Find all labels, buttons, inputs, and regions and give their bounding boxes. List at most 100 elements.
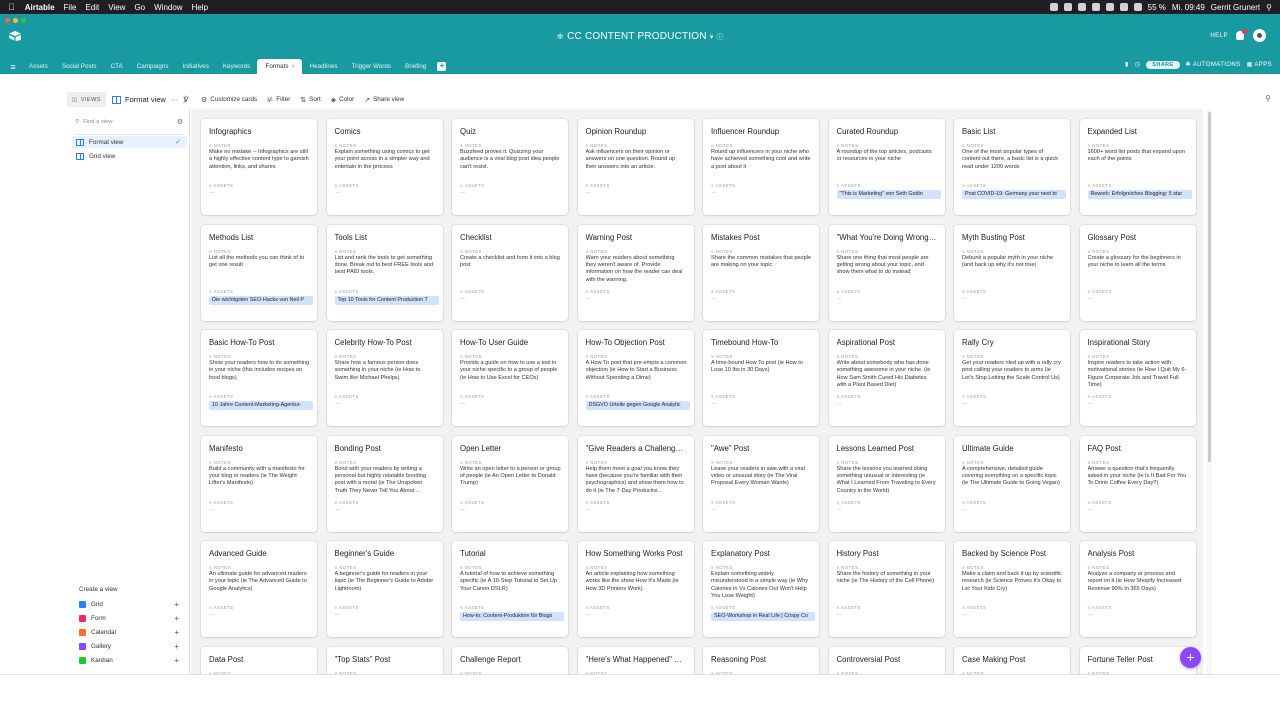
gallery-card[interactable]: How Something Works Post ≡ NOTES An articl… (577, 541, 694, 637)
spotlight-icon[interactable]: ⚲ (1266, 3, 1272, 12)
menu-file[interactable]: File (64, 3, 77, 12)
share-button[interactable]: SHARE (1146, 60, 1180, 69)
filter-button[interactable]: ⊭ Filter (267, 96, 290, 104)
battery-percent[interactable]: 55 % (1148, 3, 1166, 12)
linked-asset-chip[interactable]: DSGVO Urteile gegen Google Analytic (585, 401, 690, 410)
share-view-button[interactable]: ↗ Share view (364, 96, 404, 104)
views-toggle-button[interactable]: ◫ VIEWS (67, 92, 106, 107)
sidebar-item-grid-view[interactable]: Grid view (72, 150, 187, 162)
menu-help[interactable]: Help (192, 3, 208, 12)
linked-asset-chip[interactable]: 10 Jahre Content-Marketing-Agentur- (209, 401, 313, 410)
tab-trigger-words[interactable]: Trigger Words (345, 59, 399, 74)
linked-asset-chip[interactable]: Die wichtigsten SEO-Hacks von Neil P (209, 295, 313, 305)
more-icon[interactable]: ··· (171, 95, 179, 104)
gallery-card[interactable]: Aspirational Post ≡ NOTES Write about some… (828, 330, 945, 426)
menu-app-name[interactable]: Airtable (25, 3, 55, 12)
gallery-card[interactable]: Quiz ≡ NOTES Buzzfeed proves it. Quizzing … (452, 119, 568, 215)
info-icon[interactable]: ⓘ (716, 34, 723, 41)
plus-icon[interactable]: + (174, 656, 179, 665)
gallery-card[interactable]: "What You're Doing Wrong" ... ≡ NOTES Shar… (828, 224, 945, 321)
menu-window[interactable]: Window (154, 3, 182, 12)
gallery-card[interactable]: "Here's What Happened" Post≡ NOTESDo som… (577, 646, 694, 674)
gallery-card[interactable]: Methods List ≡ NOTES List all the methods … (201, 224, 317, 321)
gallery-card[interactable]: How-To User Guide ≡ NOTES Provide a guide … (452, 330, 568, 426)
linked-asset-chip[interactable]: "This is Marketing" von Seth Godin (836, 190, 941, 199)
scrollbar-thumb[interactable] (1208, 112, 1211, 462)
plus-icon[interactable]: + (174, 628, 179, 637)
gear-icon[interactable]: ⚙ (177, 118, 183, 126)
status-icon[interactable] (1063, 3, 1072, 11)
create-grid-view[interactable]: Grid + (79, 598, 179, 610)
plus-icon[interactable]: + (174, 614, 179, 623)
tab-initiatives[interactable]: Initiatives (176, 59, 216, 74)
gallery-card[interactable]: Fortune Teller Post≡ NOTESPredict someth… (1079, 646, 1196, 674)
gallery-card[interactable]: "Give Readers a Challenge" ... ≡ NOTES Hel… (577, 435, 694, 532)
color-button[interactable]: ◈ Color (331, 96, 354, 104)
apple-icon[interactable]:  (8, 2, 15, 12)
find-view-input[interactable]: ⚲ Find a view ⚙ (75, 116, 183, 128)
gallery-card[interactable]: Advanced Guide ≡ NOTES An ultimate guide f… (201, 541, 317, 637)
gallery-card[interactable]: Expanded List ≡ NOTES 1600+ word list post… (1079, 119, 1196, 215)
gallery-card[interactable]: Curated Roundup ≡ NOTES A roundup of the t… (828, 119, 945, 215)
linked-asset-chip[interactable]: Post COVID-19: Germany your next bi (962, 190, 1066, 199)
menu-edit[interactable]: Edit (85, 3, 99, 12)
tab-formats[interactable]: Formats ˅ (257, 59, 303, 74)
gallery-card[interactable]: Backed by Science Post ≡ NOTES Make a clai… (954, 541, 1070, 637)
gallery-card[interactable]: Comics ≡ NOTES Explain something using com… (326, 119, 443, 215)
gallery-card[interactable]: Bonding Post ≡ NOTES Bond with your reader… (326, 435, 443, 532)
status-icon[interactable] (1105, 3, 1114, 11)
tab-headlines[interactable]: Headlines (302, 59, 344, 74)
plus-icon[interactable]: + (174, 642, 179, 651)
gallery-card[interactable]: Warning Post ≡ NOTES Warn your readers abo… (577, 224, 694, 321)
gallery-card[interactable]: Mistakes Post ≡ NOTES Share the common mis… (703, 224, 819, 321)
automations-button[interactable]: ✱ AUTOMATIONS (1186, 61, 1241, 68)
sidebar-item-format-view[interactable]: Format view ✓ (72, 136, 187, 148)
wifi-icon[interactable] (1119, 3, 1128, 11)
plus-icon[interactable]: + (174, 600, 179, 609)
add-record-button[interactable]: + (1180, 647, 1201, 668)
menubar-user[interactable]: Gerrit Grunert (1211, 3, 1260, 12)
gallery-card[interactable]: Explanatory Post ≡ NOTES Explain something… (703, 541, 819, 637)
gallery-card[interactable]: Tutorial ≡ NOTES A tutorial of how to achi… (452, 541, 568, 637)
gallery-card[interactable]: Rally Cry ≡ NOTES Get your readers riled u… (954, 330, 1070, 426)
volume-icon[interactable] (1133, 3, 1142, 11)
gallery-card[interactable]: Open Letter ≡ NOTES Write an open letter t… (452, 435, 568, 532)
menu-go[interactable]: Go (134, 3, 145, 12)
gallery-card[interactable]: Influencer Roundup ≡ NOTES Round up influe… (703, 119, 819, 215)
linked-asset-chip[interactable]: How-to: Content-Produktion für Blogs (460, 612, 564, 621)
tab-briefing[interactable]: Briefing (398, 59, 433, 74)
search-icon[interactable]: ⚲ (1265, 94, 1271, 103)
gallery-card[interactable]: Analysis Post ≡ NOTES Analyze a company or… (1079, 541, 1196, 637)
gallery-card[interactable]: Tools List ≡ NOTES List and rank the tools… (326, 224, 443, 321)
gallery-card[interactable]: Infographics ≡ NOTES Make no mistake -- In… (201, 119, 317, 215)
gallery-card[interactable]: History Post ≡ NOTES Share the history of … (828, 541, 945, 637)
status-icon[interactable] (1091, 3, 1100, 11)
gallery-card[interactable]: Basic How-To Post ≡ NOTES Show your reader… (201, 330, 317, 426)
add-table-icon[interactable]: + (437, 62, 447, 71)
tab-cta[interactable]: CTA (104, 59, 130, 74)
gallery-card[interactable]: Lessons Learned Post ≡ NOTES Share the les… (828, 435, 945, 532)
tab-campaigns[interactable]: Campaigns (130, 59, 176, 74)
gallery-card[interactable]: Opinion Roundup ≡ NOTES Ask influencers on… (577, 119, 694, 215)
create-calendar-view[interactable]: Calendar + (79, 626, 179, 638)
tab-assets[interactable]: Assets (22, 59, 55, 74)
gallery-card[interactable]: Celebrity How-To Post ≡ NOTES Share how a … (326, 330, 443, 426)
create-gallery-view[interactable]: Gallery + (79, 640, 179, 652)
gallery-card[interactable]: Case Making Post≡ NOTESConvince your aud… (954, 646, 1070, 674)
customize-cards-button[interactable]: ⚙ Customize cards (201, 96, 257, 104)
menubar-clock[interactable]: Mi. 09:49 (1172, 3, 1205, 12)
avatar[interactable] (1253, 29, 1266, 42)
gallery-card[interactable]: Data Post≡ NOTESAnalyze data from your o… (201, 646, 317, 674)
gallery-card[interactable]: Glossary Post ≡ NOTES Create a glossary fo… (1079, 224, 1196, 321)
gallery-card[interactable]: Inspirational Story ≡ NOTES Inspire reader… (1079, 330, 1196, 426)
tables-menu-icon[interactable]: ≡ (4, 59, 22, 74)
gallery-card[interactable]: FAQ Post ≡ NOTES Answer a question that's … (1079, 435, 1196, 532)
collaborators-icon[interactable]: ℣ (183, 95, 188, 104)
history-icon[interactable]: ◷ (1135, 61, 1141, 68)
tab-keywords[interactable]: Keywords (216, 59, 258, 74)
gallery-card[interactable]: Reasoning Post≡ NOTESShare why you do so… (703, 646, 819, 674)
gallery-card[interactable]: Checklist ≡ NOTES Create a checklist and f… (452, 224, 568, 321)
sort-button[interactable]: ⇅ Sort (300, 96, 320, 104)
menu-view[interactable]: View (108, 3, 125, 12)
gallery-card[interactable]: Controversial Post≡ NOTESTake a stand fo… (828, 646, 945, 674)
